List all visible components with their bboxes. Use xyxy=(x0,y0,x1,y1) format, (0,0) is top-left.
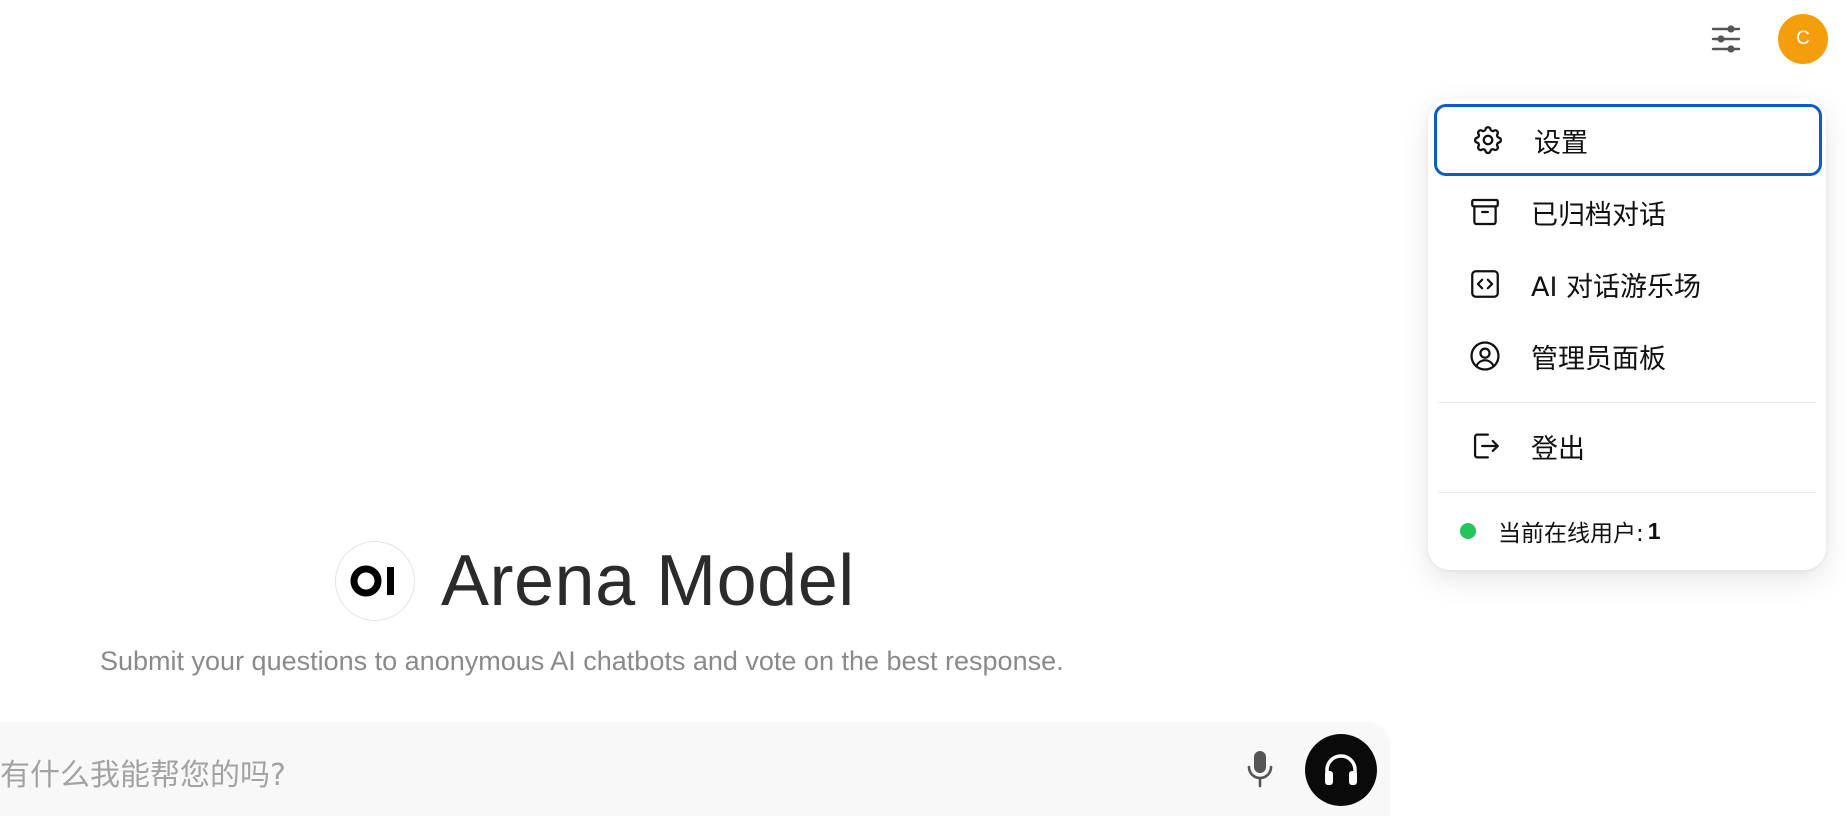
menu-item-admin-panel[interactable]: 管理员面板 xyxy=(1434,320,1822,392)
user-menu: 设置 已归档对话 AI 对话游乐场 管理员面板 登出 当前在线用户: 1 xyxy=(1428,98,1826,570)
sign-out-icon xyxy=(1467,428,1503,464)
online-users-label: 当前在线用户: xyxy=(1498,521,1644,547)
openwebui-logo-icon xyxy=(350,565,394,597)
archive-icon xyxy=(1467,194,1503,230)
menu-item-sign-out[interactable]: 登出 xyxy=(1434,410,1822,482)
user-avatar-button[interactable]: C xyxy=(1778,14,1828,64)
message-input-bar: 有什么我能帮您的吗? xyxy=(0,722,1390,816)
microphone-icon xyxy=(1247,751,1273,788)
app-page: C Arena Model Submit your questions to a… xyxy=(0,0,1846,816)
model-description: Submit your questions to anonymous AI ch… xyxy=(100,646,1064,676)
menu-item-archived-chats[interactable]: 已归档对话 xyxy=(1434,176,1822,248)
menu-divider xyxy=(1438,492,1816,493)
online-indicator-dot xyxy=(1460,523,1476,539)
menu-item-playground[interactable]: AI 对话游乐场 xyxy=(1434,248,1822,320)
voice-input-button[interactable] xyxy=(1240,744,1280,794)
model-name: Arena Model xyxy=(441,541,855,621)
menu-item-label: 管理员面板 xyxy=(1531,343,1666,375)
code-icon xyxy=(1467,266,1503,302)
online-users-status: 当前在线用户: 1 xyxy=(1460,514,1661,548)
user-circle-icon xyxy=(1467,338,1503,374)
menu-item-settings[interactable]: 设置 xyxy=(1434,104,1822,176)
voice-mode-button[interactable] xyxy=(1305,734,1377,806)
menu-item-label: 已归档对话 xyxy=(1531,199,1666,231)
menu-divider xyxy=(1438,402,1816,403)
menu-item-label: AI 对话游乐场 xyxy=(1531,271,1702,303)
menu-item-label: 设置 xyxy=(1534,127,1588,159)
avatar-initial: C xyxy=(1796,28,1810,49)
model-logo xyxy=(335,541,415,621)
gear-icon xyxy=(1470,122,1506,158)
online-users-count: 1 xyxy=(1647,517,1661,544)
header-controls: C xyxy=(1704,14,1828,64)
model-title-row: Arena Model xyxy=(335,540,855,622)
message-input[interactable]: 有什么我能帮您的吗? xyxy=(0,750,286,794)
chat-controls-button[interactable] xyxy=(1704,17,1748,61)
headphones-icon xyxy=(1325,754,1357,785)
sliders-icon xyxy=(1711,25,1741,53)
menu-item-label: 登出 xyxy=(1531,433,1585,465)
